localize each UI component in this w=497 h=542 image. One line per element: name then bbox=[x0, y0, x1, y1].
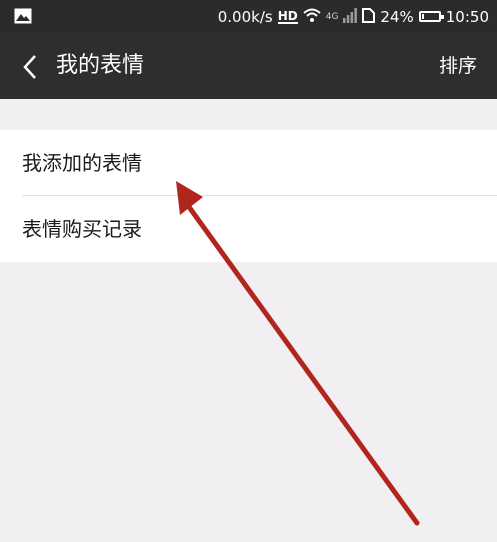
status-bar: 0.00k/s HD 4G 24% 10:50 bbox=[0, 0, 497, 33]
chevron-left-icon bbox=[23, 55, 36, 79]
menu-item-added-stickers[interactable]: 我添加的表情 bbox=[0, 130, 497, 196]
status-indicators: 0.00k/s HD 4G 24% 10:50 bbox=[213, 0, 489, 33]
battery-icon bbox=[418, 11, 444, 22]
battery-percent: 24% bbox=[380, 7, 414, 26]
sort-button[interactable]: 排序 bbox=[439, 53, 477, 79]
menu-item-label: 我添加的表情 bbox=[22, 151, 142, 175]
hd-badge: HD bbox=[277, 8, 298, 24]
net-speed: 0.00k/s bbox=[217, 7, 273, 26]
menu-list: 我添加的表情 表情购买记录 bbox=[0, 130, 497, 262]
sim-icon bbox=[362, 7, 376, 27]
page-title: 我的表情 bbox=[56, 53, 145, 78]
menu-item-purchase-history[interactable]: 表情购买记录 bbox=[0, 196, 497, 262]
image-icon bbox=[14, 8, 32, 28]
clock: 10:50 bbox=[445, 7, 489, 26]
title-bar: 我的表情 排序 bbox=[0, 33, 497, 99]
back-button[interactable] bbox=[14, 51, 46, 83]
menu-item-label: 表情购买记录 bbox=[22, 217, 142, 241]
wifi-icon bbox=[303, 8, 321, 26]
signal-icon bbox=[343, 7, 358, 27]
battery-fill bbox=[421, 14, 425, 19]
network-type: 4G bbox=[325, 11, 339, 22]
